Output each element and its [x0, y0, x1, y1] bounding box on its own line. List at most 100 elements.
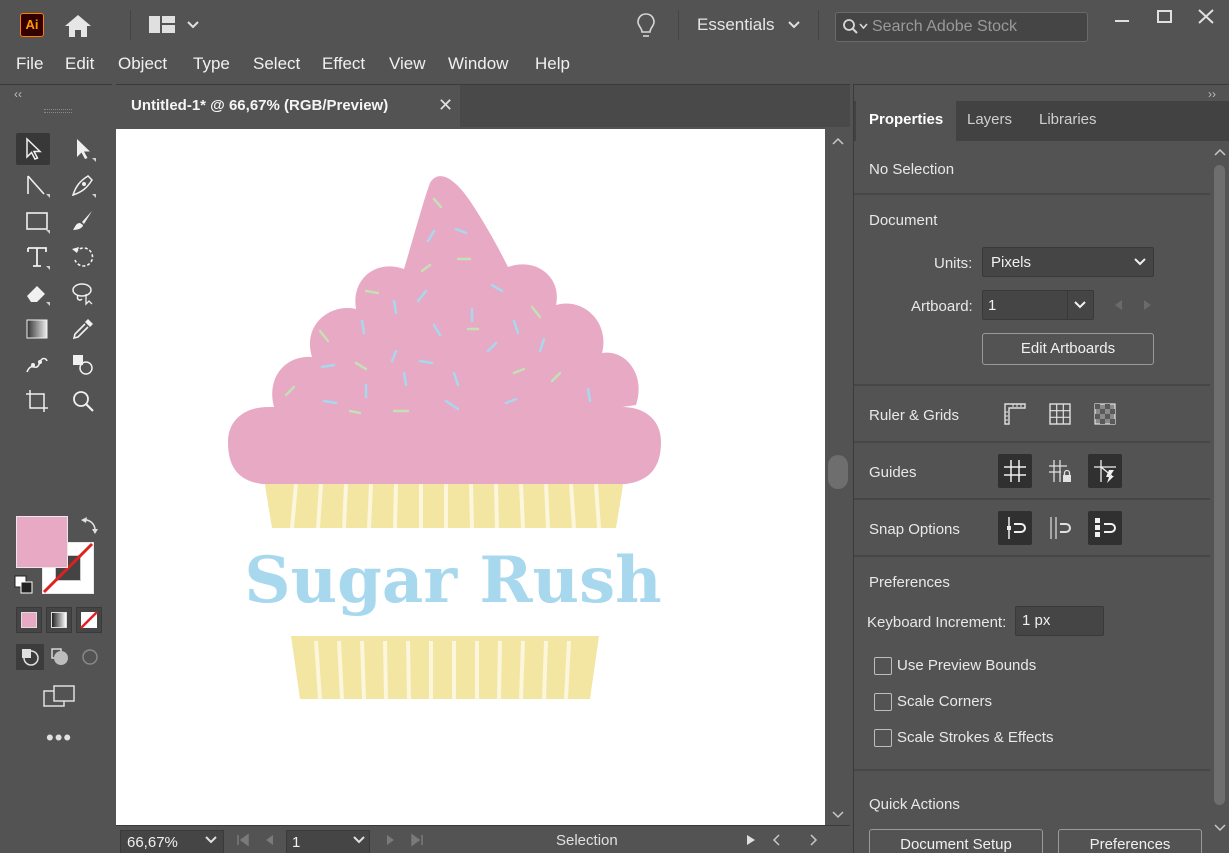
- swap-fill-stroke-icon[interactable]: [78, 514, 100, 536]
- artboard-tool-icon[interactable]: [20, 385, 54, 417]
- app-logo: Ai: [20, 13, 44, 37]
- snap-to-point-icon[interactable]: [998, 511, 1032, 545]
- eraser-tool-icon[interactable]: [20, 277, 54, 309]
- grid-icon[interactable]: [1043, 397, 1077, 431]
- section-divider: [854, 193, 1210, 195]
- menu-edit[interactable]: Edit: [65, 54, 94, 74]
- status-menu-icon[interactable]: [744, 833, 758, 847]
- line-tool-icon[interactable]: [20, 169, 54, 201]
- scroll-thumb[interactable]: [828, 455, 848, 489]
- search-input[interactable]: [872, 16, 1082, 38]
- selection-status: No Selection: [869, 161, 955, 178]
- artboard-dropdown-icon[interactable]: [352, 833, 366, 847]
- scroll-right-icon[interactable]: [806, 833, 820, 847]
- gradient-tool-icon[interactable]: [20, 313, 54, 345]
- document-setup-button[interactable]: Document Setup: [869, 829, 1043, 853]
- pen-tool-icon[interactable]: [66, 169, 100, 201]
- screen-mode-icon[interactable]: [42, 683, 76, 711]
- next-artboard-icon[interactable]: [1142, 298, 1154, 312]
- transparency-grid-icon[interactable]: [1088, 397, 1122, 431]
- home-icon[interactable]: [62, 12, 94, 40]
- lock-guides-icon[interactable]: [1043, 454, 1077, 488]
- zoom-dropdown-icon[interactable]: [204, 833, 218, 847]
- menu-object[interactable]: Object: [118, 54, 167, 74]
- lightbulb-icon[interactable]: [635, 12, 657, 40]
- rectangle-tool-icon[interactable]: [20, 205, 54, 237]
- type-tool-icon[interactable]: [20, 241, 54, 273]
- default-fill-stroke-icon[interactable]: [14, 575, 34, 595]
- rotate-tool-icon[interactable]: [66, 241, 100, 273]
- snap-to-pixel-icon[interactable]: [1043, 511, 1077, 545]
- menu-help[interactable]: Help: [535, 54, 570, 74]
- artboard-canvas[interactable]: Sugar Rush: [116, 129, 825, 825]
- previous-artboard-icon[interactable]: [1112, 298, 1124, 312]
- panel-scrollbar[interactable]: [1210, 141, 1229, 853]
- draw-behind-icon[interactable]: [46, 644, 74, 670]
- tab-layers[interactable]: Layers: [954, 101, 1025, 141]
- keyboard-increment-field[interactable]: 1 px: [1015, 606, 1104, 636]
- edit-artboards-button[interactable]: Edit Artboards: [982, 333, 1154, 365]
- scroll-down-icon[interactable]: [1214, 821, 1226, 833]
- tools-panel: ‹‹ •••: [0, 84, 112, 853]
- preferences-button[interactable]: Preferences: [1058, 829, 1202, 853]
- eyedropper-tool-icon[interactable]: [66, 313, 100, 345]
- search-stock-field[interactable]: [835, 12, 1088, 42]
- tab-properties[interactable]: Properties: [856, 101, 957, 141]
- frosting: [228, 176, 661, 484]
- use-preview-bounds-checkbox[interactable]: [874, 657, 892, 675]
- gradient-mode-icon[interactable]: [46, 607, 72, 633]
- direct-selection-tool-icon[interactable]: [66, 133, 100, 165]
- menu-effect[interactable]: Effect: [322, 54, 365, 74]
- scale-strokes-effects-checkbox[interactable]: [874, 729, 892, 747]
- ruler-icon[interactable]: [998, 397, 1032, 431]
- maximize-icon[interactable]: [1145, 4, 1183, 30]
- scroll-up-icon[interactable]: [832, 135, 844, 147]
- arrange-documents-icon[interactable]: [148, 14, 204, 36]
- units-dropdown[interactable]: Pixels: [982, 247, 1154, 277]
- scroll-left-icon[interactable]: [770, 833, 784, 847]
- menu-type[interactable]: Type: [193, 54, 230, 74]
- menu-window[interactable]: Window: [448, 54, 508, 74]
- smart-guides-icon[interactable]: [1088, 454, 1122, 488]
- fill-swatch[interactable]: [16, 516, 68, 568]
- close-document-icon[interactable]: ✕: [438, 95, 453, 116]
- tab-libraries[interactable]: Libraries: [1026, 101, 1110, 141]
- scroll-up-icon[interactable]: [1214, 147, 1226, 159]
- show-guides-icon[interactable]: [998, 454, 1032, 488]
- last-artboard-icon[interactable]: [410, 833, 424, 847]
- draw-inside-icon[interactable]: [76, 644, 104, 670]
- workspace-switcher[interactable]: Essentials: [697, 15, 774, 35]
- first-artboard-icon[interactable]: [236, 833, 250, 847]
- color-mode-icon[interactable]: [16, 607, 42, 633]
- zoom-tool-icon[interactable]: [66, 385, 100, 417]
- minimize-icon[interactable]: [1103, 4, 1141, 30]
- next-artboard-icon[interactable]: [384, 833, 398, 847]
- document-tab[interactable]: Untitled-1* @ 66,67% (RGB/Preview) ✕: [116, 85, 460, 127]
- chevron-down-icon[interactable]: [787, 18, 801, 32]
- collapse-toolbar-icon[interactable]: ‹‹: [14, 87, 22, 101]
- none-mode-icon[interactable]: [76, 607, 102, 633]
- puppet-warp-tool-icon[interactable]: [20, 349, 54, 381]
- preferences-section-title: Preferences: [869, 574, 950, 591]
- snap-to-glyph-icon[interactable]: [1088, 511, 1122, 545]
- artboard-dropdown[interactable]: 1: [982, 290, 1094, 320]
- shape-builder-tool-icon[interactable]: [66, 349, 100, 381]
- menu-select[interactable]: Select: [253, 54, 300, 74]
- lasso-tool-icon[interactable]: [66, 277, 100, 309]
- scroll-down-icon[interactable]: [832, 807, 844, 819]
- canvas-vertical-scrollbar[interactable]: [826, 129, 850, 825]
- selection-tool-icon[interactable]: [16, 133, 50, 165]
- panel-scroll-thumb[interactable]: [1214, 165, 1225, 805]
- edit-toolbar-icon[interactable]: •••: [46, 727, 72, 749]
- menu-file[interactable]: File: [16, 54, 43, 74]
- current-tool-status[interactable]: Selection: [556, 832, 618, 849]
- draw-normal-icon[interactable]: [16, 644, 44, 670]
- search-icon[interactable]: [842, 18, 872, 36]
- paintbrush-tool-icon[interactable]: [66, 205, 100, 237]
- menu-view[interactable]: View: [389, 54, 426, 74]
- scale-corners-checkbox[interactable]: [874, 693, 892, 711]
- close-icon[interactable]: [1187, 4, 1225, 30]
- collapse-panel-icon[interactable]: ››: [1208, 87, 1216, 101]
- toolbar-grip[interactable]: [44, 109, 72, 113]
- previous-artboard-icon[interactable]: [262, 833, 276, 847]
